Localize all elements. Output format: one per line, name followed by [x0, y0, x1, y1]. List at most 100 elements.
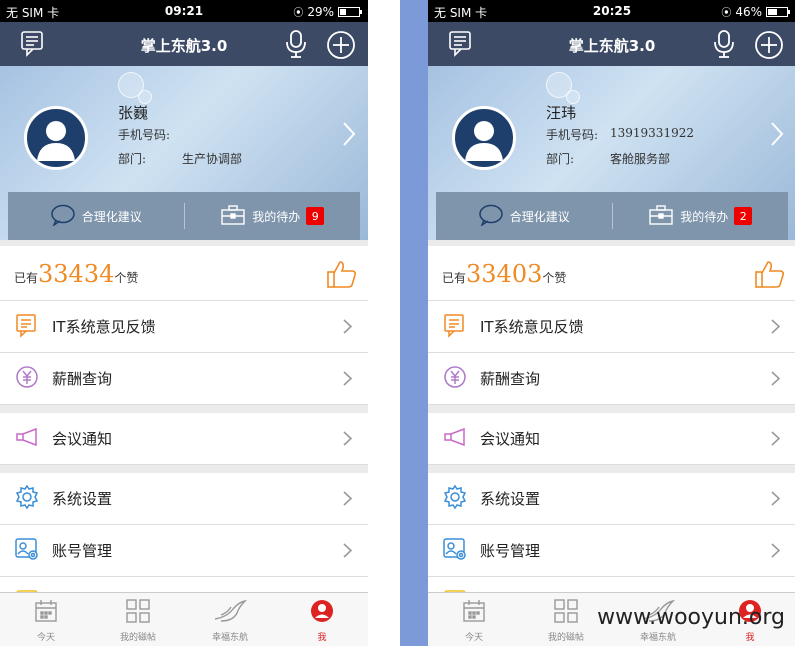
phone-row: 手机号码: — [118, 126, 170, 143]
battery-fill — [340, 8, 346, 15]
chevron-right-icon — [771, 491, 781, 510]
gear-icon — [14, 484, 40, 514]
menu-label: 账号管理 — [480, 542, 541, 560]
microphone-icon[interactable] — [284, 29, 308, 63]
thumbs-up-icon[interactable] — [326, 258, 358, 294]
menu-item-account[interactable]: 账号管理 — [0, 525, 368, 577]
calendar-icon — [461, 599, 487, 626]
tab-bar: 今天 我的磁帖 幸福东航 我 — [0, 592, 368, 646]
menu-item-salary[interactable]: 薪酬查询 — [0, 353, 368, 405]
todo-button[interactable]: 我的待办 9 — [185, 204, 361, 228]
menu-label: 会议通知 — [52, 430, 113, 448]
chevron-right-icon — [771, 371, 781, 390]
status-bar: 无 SIM 卡 09:21 ⦿ 29% — [0, 0, 368, 22]
menu-label: 账号管理 — [52, 542, 113, 560]
likes-count: 33434 — [38, 260, 115, 288]
chevron-right-icon — [771, 543, 781, 562]
user-icon — [309, 599, 335, 626]
alarm-icon: ⦿ — [721, 8, 732, 19]
speech-bubble-icon — [50, 204, 76, 229]
phone-value: 13919331922 — [610, 126, 694, 140]
menu-label: 系统设置 — [480, 490, 541, 508]
tab-label: 我的磁帖 — [547, 633, 584, 643]
phone-screen: 无 SIM 卡 20:25 ⦿ 46% 掌上东航3.0 汪玮 手机号码: 13919… — [428, 0, 795, 646]
dept-row: 部门: 客舱服务部 — [546, 150, 670, 167]
battery-percent: 46% — [735, 4, 762, 19]
tab-label: 幸福东航 — [639, 633, 676, 643]
battery-fill — [768, 8, 777, 15]
thumbs-up-icon[interactable] — [754, 258, 786, 294]
menu-label: 系统设置 — [52, 490, 113, 508]
profile-card[interactable]: 汪玮 手机号码: 13919331922 部门: 客舱服务部 合理化建议 我的待办 … — [428, 66, 795, 240]
feedback-icon — [14, 312, 40, 342]
yuan-coin-icon — [14, 364, 40, 394]
app-title: 掌上东航3.0 — [140, 37, 228, 55]
chevron-right-icon — [343, 491, 353, 510]
phone-screen: 无 SIM 卡 09:21 ⦿ 29% 掌上东航3.0 张巍 手机号码: 部门: 生… — [0, 0, 368, 646]
watermark: www.wooyun.org — [597, 605, 785, 630]
chevron-right-icon — [343, 371, 353, 390]
menu-item-it-feedback[interactable]: IT系统意见反馈 — [0, 301, 368, 353]
window-gap — [368, 0, 400, 646]
battery-icon — [766, 6, 790, 17]
menu-item-it-feedback[interactable]: IT系统意见反馈 — [428, 301, 795, 353]
tab-today[interactable]: 今天 — [0, 593, 92, 646]
chevron-right-icon — [343, 431, 353, 450]
feedback-icon — [442, 312, 468, 342]
grid-icon — [125, 599, 151, 626]
profile-card[interactable]: 张巍 手机号码: 部门: 生产协调部 合理化建议 我的待办 9 — [0, 66, 368, 240]
swallow-logo-icon — [213, 599, 248, 626]
tab-magnets[interactable]: 我的磁帖 — [92, 593, 184, 646]
likes-row: 已有 33403 个赞 — [428, 246, 795, 301]
likes-suffix: 个赞 — [114, 271, 139, 285]
avatar — [24, 106, 88, 170]
add-icon[interactable] — [326, 30, 356, 64]
screenshot-right: 无 SIM 卡 20:25 ⦿ 46% 掌上东航3.0 汪玮 手机号码: 13919… — [428, 0, 795, 646]
tab-me[interactable]: 我 — [276, 593, 368, 646]
tab-label: 我 — [745, 633, 755, 643]
menu-item-meeting[interactable]: 会议通知 — [0, 413, 368, 465]
menu-item-settings[interactable]: 系统设置 — [0, 473, 368, 525]
tab-happy[interactable]: 幸福东航 — [184, 593, 276, 646]
dept-value: 客舱服务部 — [610, 152, 671, 166]
menu-label: IT系统意见反馈 — [52, 318, 156, 336]
megaphone-icon — [442, 424, 468, 454]
megaphone-icon — [14, 424, 40, 454]
menu-item-salary[interactable]: 薪酬查询 — [428, 353, 795, 405]
window-gap — [400, 0, 428, 646]
speech-bubble-icon — [478, 204, 504, 229]
todo-count-badge: 9 — [306, 207, 325, 225]
grid-icon — [553, 599, 579, 626]
battery-indicator: ⦿ 46% — [721, 4, 790, 19]
menu-label: 薪酬查询 — [480, 370, 541, 388]
todo-label: 我的待办 — [252, 209, 301, 224]
menu-item-meeting[interactable]: 会议通知 — [428, 413, 795, 465]
tab-label: 我 — [317, 633, 327, 643]
menu-item-settings[interactable]: 系统设置 — [428, 473, 795, 525]
add-icon[interactable] — [754, 30, 784, 64]
tab-today[interactable]: 今天 — [428, 593, 520, 646]
battery-icon — [338, 6, 362, 17]
todo-count-badge: 2 — [734, 207, 753, 225]
briefcase-icon — [220, 204, 246, 228]
chevron-right-icon — [342, 121, 356, 151]
app-title: 掌上东航3.0 — [568, 37, 656, 55]
likes-prefix: 已有 — [14, 271, 39, 285]
phone-row: 手机号码: 13919331922 — [546, 126, 694, 143]
avatar — [452, 106, 516, 170]
suggestion-label: 合理化建议 — [81, 209, 142, 224]
suggestion-button[interactable]: 合理化建议 — [8, 204, 184, 229]
menu-label: 薪酬查询 — [52, 370, 113, 388]
suggestion-button[interactable]: 合理化建议 — [436, 204, 612, 229]
likes-prefix: 已有 — [442, 271, 467, 285]
chevron-right-icon — [770, 121, 784, 151]
microphone-icon[interactable] — [712, 29, 736, 63]
todo-button[interactable]: 我的待办 2 — [613, 204, 789, 228]
dept-value: 生产协调部 — [182, 152, 243, 166]
account-card-icon — [442, 536, 468, 566]
menu-item-account[interactable]: 账号管理 — [428, 525, 795, 577]
briefcase-icon — [648, 204, 674, 228]
